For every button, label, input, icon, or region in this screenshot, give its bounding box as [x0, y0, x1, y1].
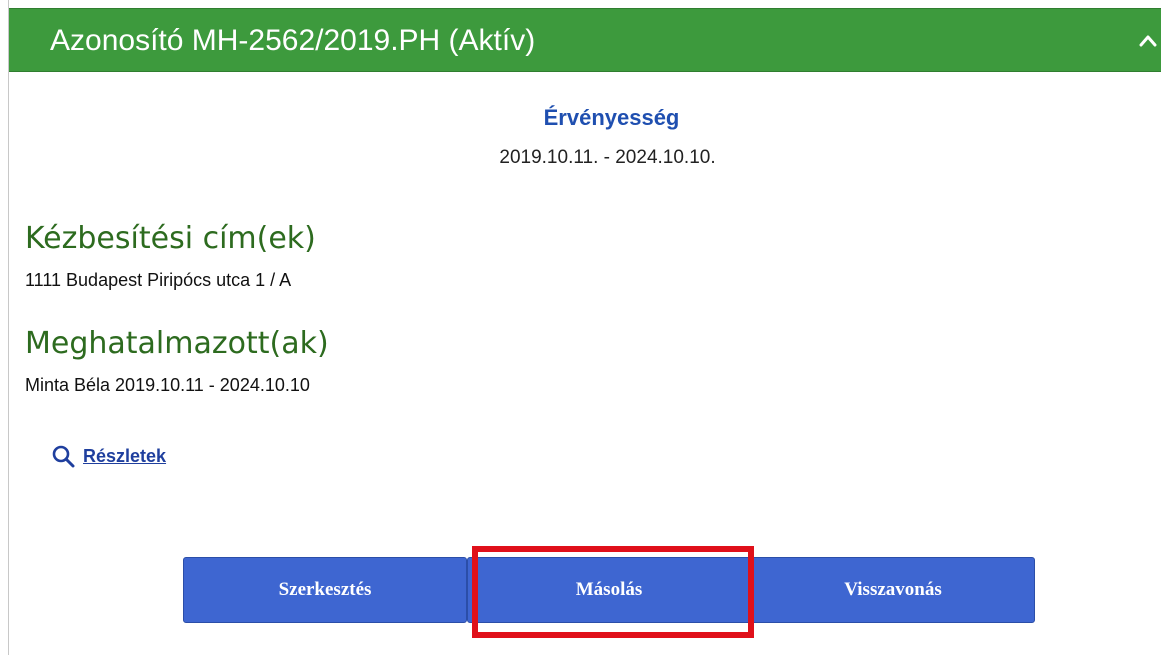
mandate-panel: Azonosító MH-2562/2019.PH (Aktív) Érvény… [8, 0, 1161, 655]
details-link[interactable]: Részletek [51, 442, 166, 470]
copy-button[interactable]: Másolás [467, 557, 751, 623]
edit-button[interactable]: Szerkesztés [183, 557, 467, 623]
edit-button-label: Szerkesztés [278, 579, 372, 600]
representatives-title: Meghatalmazott(ak) [25, 326, 329, 361]
details-link-label: Részletek [83, 445, 167, 466]
chevron-up-icon[interactable] [1136, 29, 1160, 53]
revoke-button-label: Visszavonás [844, 579, 942, 600]
delivery-address-title: Kézbesítési cím(ek) [25, 221, 316, 256]
panel-title: Azonosító MH-2562/2019.PH (Aktív) [50, 24, 536, 57]
delivery-address: 1111 Budapest Piripócs utca 1 / A [25, 270, 292, 290]
search-icon [51, 444, 75, 468]
copy-button-label: Másolás [575, 579, 643, 600]
validity-title: Érvényesség [543, 105, 680, 130]
panel-header: Azonosító MH-2562/2019.PH (Aktív) [9, 8, 1161, 72]
revoke-button[interactable]: Visszavonás [751, 557, 1035, 623]
action-buttons: Szerkesztés Másolás Visszavonás [183, 557, 1035, 623]
validity-range: 2019.10.11. - 2024.10.10. [499, 147, 716, 168]
representative-entry: Minta Béla 2019.10.11 - 2024.10.10 [25, 375, 310, 395]
